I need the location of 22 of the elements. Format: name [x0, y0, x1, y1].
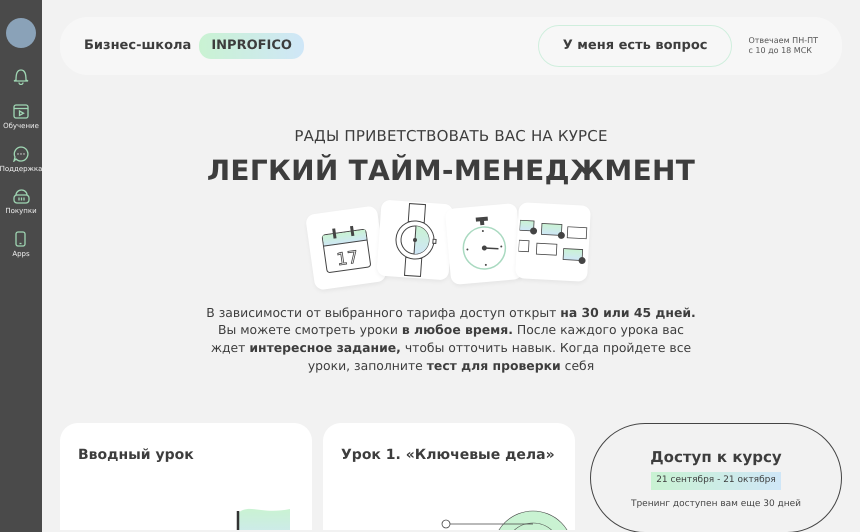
access-note: Тренинг доступен вам еще 30 дней — [630, 498, 802, 511]
course-subtitle: РАДЫ ПРИВЕТСТВОВАТЬ ВАС НА КУРСЕ — [293, 126, 609, 147]
brand-badge: INPROFICO — [199, 33, 304, 59]
access-dates: 21 сентября - 21 октября — [651, 472, 781, 490]
access-title: Доступ к курсу — [650, 446, 782, 468]
school-name: Бизнес-школа — [84, 37, 192, 56]
working-hours-text: с 10 до 18 МСК — [748, 46, 813, 56]
lesson-title: Вводный урок — [78, 446, 195, 466]
calendar-day: 17 — [335, 246, 360, 270]
chat-icon — [13, 146, 29, 162]
course-description: В зависимости от выбранного тарифа доступ открыт на 30 или 45 дней. Вы можете смотреть уроки в любое время. После каждого урока вас ждет интересное задание, чтобы отточить навык. Когда пройдете все уроки, заполните тест для проверки себя — [206, 304, 696, 376]
basket-icon — [12, 189, 30, 204]
working-hours-text: Отвечаем ПН-ПТ — [748, 36, 818, 46]
lesson-card[interactable]: Вводный урок — [60, 423, 312, 530]
course-title: ЛЕГКИЙ ТАЙМ-МЕНЕДЖМЕНТ — [206, 152, 696, 188]
lesson-card[interactable]: Урок 1. «Ключевые дела» — [323, 423, 575, 530]
bell-icon[interactable] — [13, 68, 29, 86]
video-icon — [12, 104, 29, 119]
phone-icon — [15, 231, 26, 247]
lesson-title: Урок 1. «Ключевые дела» — [341, 446, 556, 466]
avatar-placeholder[interactable] — [6, 18, 36, 48]
question-button[interactable]: У меня есть вопрос — [538, 25, 732, 67]
